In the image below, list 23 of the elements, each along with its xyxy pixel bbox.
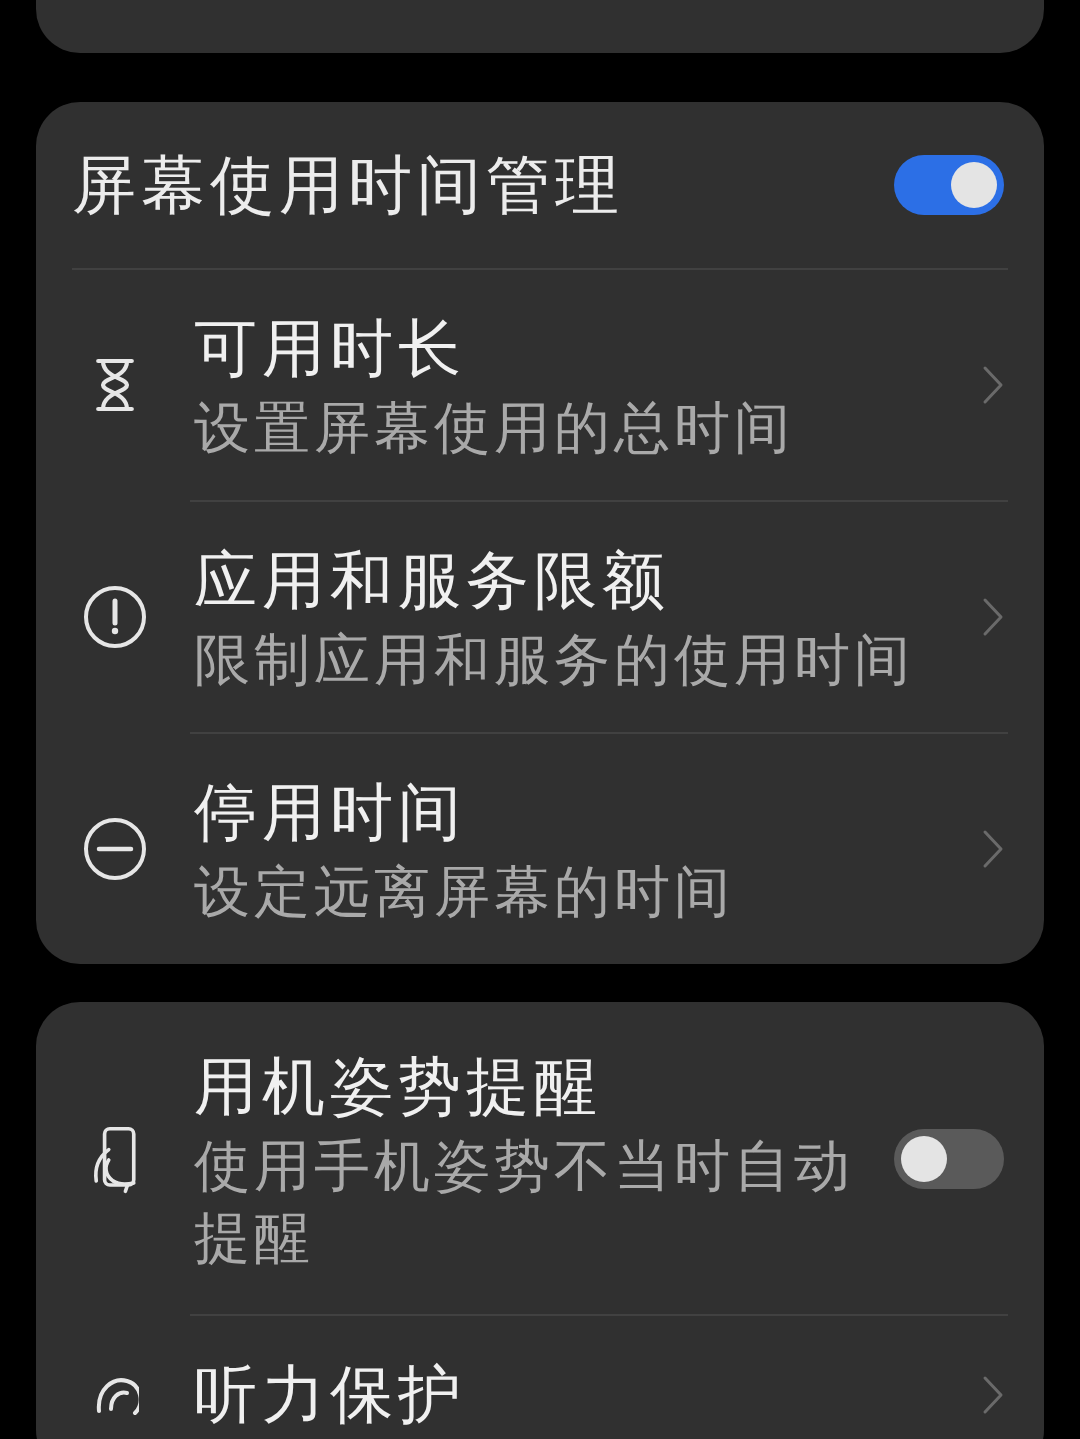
section-title: 屏幕使用时间管理	[72, 147, 624, 224]
settings-row[interactable]: 可用时长 设置屏幕使用的总时间	[36, 268, 1044, 500]
settings-row[interactable]: 听力保护	[36, 1314, 1044, 1439]
row-subtitle: 限制应用和服务的使用时间	[194, 626, 915, 694]
row-subtitle: 设置屏幕使用的总时间	[194, 394, 795, 462]
chevron-right-icon	[982, 829, 1004, 869]
settings-row[interactable]: 用机姿势提醒 使用手机姿势不当时自动提醒	[36, 1002, 1044, 1314]
settings-row[interactable]: 停用时间 设定远离屏幕的时间	[36, 732, 1044, 964]
row-title: 可用时长	[194, 311, 467, 387]
row-title: 用机姿势提醒	[194, 1049, 603, 1125]
row-title: 应用和服务限额	[194, 543, 671, 619]
toggle-switch[interactable]	[894, 1129, 1004, 1189]
settings-row[interactable]: 应用和服务限额 限制应用和服务的使用时间	[36, 500, 1044, 732]
exclamation-circle-icon	[83, 585, 147, 649]
chevron-right-icon	[982, 597, 1004, 637]
chevron-right-icon	[982, 1375, 1004, 1415]
toggle-switch[interactable]	[894, 155, 1004, 215]
row-subtitle: 设定远离屏幕的时间	[194, 858, 735, 926]
row-title: 停用时间	[194, 775, 467, 851]
row-subtitle: 使用手机姿势不当时自动提醒	[194, 1132, 855, 1272]
chevron-right-icon	[982, 365, 1004, 405]
row-title: 听力保护	[194, 1357, 467, 1433]
minus-circle-icon	[83, 817, 147, 881]
